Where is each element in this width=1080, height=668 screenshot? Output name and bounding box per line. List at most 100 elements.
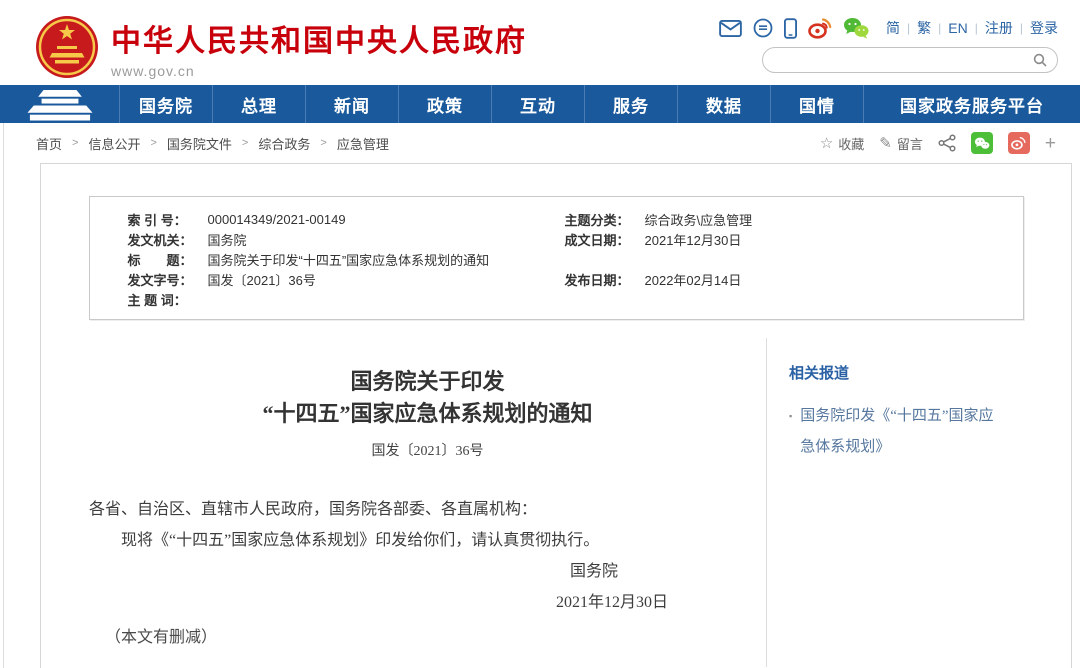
breadcrumb-bar: 首页 > 信息公开 > 国务院文件 > 综合政务 > 应急管理 ☆ 收藏 ✎ 留…: [4, 123, 1080, 163]
sidebar-list: ▪ 国务院印发《“十四五”国家应急体系规划》: [789, 401, 1051, 463]
document-note: （本文有删减）: [89, 622, 766, 653]
nav-item-gov-service-platform[interactable]: 国家政务服务平台: [864, 85, 1080, 123]
breadcrumb-general-affairs[interactable]: 综合政务: [258, 134, 310, 153]
search-icon[interactable]: [1033, 53, 1047, 67]
meta-row-subject-category: 主题分类： 综合政务\应急管理: [565, 209, 1023, 229]
meta-row-document-number: 发文字号： 国发〔2021〕36号: [128, 269, 565, 289]
document-body: 各省、自治区、直辖市人民政府，国务院各部委、各直属机构： 现将《“十四五”国家应…: [89, 494, 766, 653]
meta-row-publish-date: 发布日期： 2022年02月14日: [565, 269, 1023, 289]
signature-name: 国务院: [89, 556, 766, 587]
share-icon: [938, 134, 956, 152]
message-bubble-icon[interactable]: [753, 18, 773, 38]
breadcrumb-separator: >: [320, 137, 326, 149]
meta-label: 发文字号：: [128, 270, 200, 289]
breadcrumb-state-council-documents[interactable]: 国务院文件: [167, 134, 232, 153]
site-title: 中华人民共和国中央人民政府: [111, 16, 527, 60]
meta-row-index-number: 索 引 号： 000014349/2021-00149: [128, 209, 565, 229]
share-weibo-button[interactable]: [1008, 132, 1030, 154]
page-actions: ☆ 收藏 ✎ 留言: [820, 132, 1056, 154]
meta-value: 国务院: [208, 230, 247, 249]
sidebar-heading: 相关报道: [789, 362, 1051, 383]
nav-item-interaction[interactable]: 互动: [492, 85, 585, 123]
document-title-line1: 国务院关于印发: [89, 366, 766, 398]
meta-row-spacer: [565, 249, 1023, 269]
breadcrumb-separator: >: [242, 137, 248, 149]
lang-link-simplified[interactable]: 简: [886, 18, 900, 38]
meta-column-right: 主题分类： 综合政务\应急管理 成文日期： 2021年12月30日 发布日期： …: [565, 209, 1023, 309]
leave-message-button[interactable]: ✎ 留言: [879, 134, 923, 153]
separator: |: [907, 21, 910, 35]
nav-item-premier[interactable]: 总理: [213, 85, 306, 123]
signature-date: 2021年12月30日: [89, 587, 766, 618]
separator: |: [938, 21, 941, 35]
header-right: 简 | 繁 | EN | 注册 | 登录: [719, 0, 1058, 85]
wechat-icon[interactable]: [843, 17, 869, 39]
document-title-line2: “十四五”国家应急体系规划的通知: [89, 398, 766, 430]
language-links: 简 | 繁 | EN | 注册 | 登录: [886, 18, 1058, 38]
login-link[interactable]: 登录: [1030, 18, 1058, 38]
main-nav: 国务院 总理 新闻 政策 互动 服务 数据 国情 国家政务服务平台: [0, 85, 1080, 123]
nav-item-data[interactable]: 数据: [678, 85, 771, 123]
wechat-badge-icon: [974, 137, 990, 150]
meta-label: 标 题：: [128, 250, 200, 269]
breadcrumb-info-disclosure[interactable]: 信息公开: [88, 134, 140, 153]
separator: |: [1020, 21, 1023, 35]
related-reports-sidebar: 相关报道 ▪ 国务院印发《“十四五”国家应急体系规划》: [766, 338, 1071, 667]
lang-link-english[interactable]: EN: [948, 20, 967, 36]
search-box: [762, 47, 1058, 73]
nav-item-news[interactable]: 新闻: [306, 85, 399, 123]
lang-link-traditional[interactable]: 繁: [917, 18, 931, 38]
breadcrumb-emergency-management[interactable]: 应急管理: [337, 134, 389, 153]
nav-item-services[interactable]: 服务: [585, 85, 678, 123]
meta-value: 国发〔2021〕36号: [208, 270, 316, 289]
meta-column-left: 索 引 号： 000014349/2021-00149 发文机关： 国务院 标 …: [128, 209, 565, 309]
search-input[interactable]: [773, 53, 1033, 68]
document-article: 国务院关于印发 “十四五”国家应急体系规划的通知 国发〔2021〕36号 各省、…: [41, 338, 766, 667]
meta-label: 索 引 号：: [128, 210, 200, 229]
message-label: 留言: [897, 134, 923, 153]
site-header: 中华人民共和国中央人民政府 www.gov.cn: [0, 0, 1080, 85]
bullet-icon: ▪: [789, 401, 792, 463]
weibo-badge-icon: [1011, 136, 1026, 150]
meta-value: 000014349/2021-00149: [208, 212, 346, 227]
header-icon-row: 简 | 繁 | EN | 注册 | 登录: [719, 16, 1058, 40]
more-actions-button[interactable]: +: [1045, 134, 1056, 153]
meta-label: 主题分类：: [565, 210, 637, 229]
nav-item-policies[interactable]: 政策: [399, 85, 492, 123]
register-link[interactable]: 注册: [985, 18, 1013, 38]
pencil-icon: ✎: [879, 134, 892, 152]
nav-item-state-council[interactable]: 国务院: [120, 85, 213, 123]
mobile-icon[interactable]: [784, 18, 797, 39]
article-wrap: 国务院关于印发 “十四五”国家应急体系规划的通知 国发〔2021〕36号 各省、…: [41, 338, 1071, 667]
site-brand: 中华人民共和国中央人民政府 www.gov.cn: [35, 0, 527, 85]
meta-row-written-date: 成文日期： 2021年12月30日: [565, 229, 1023, 249]
meta-row-keywords: 主 题 词：: [128, 289, 565, 309]
related-report-text[interactable]: 国务院印发《“十四五”国家应急体系规划》: [800, 401, 1000, 463]
meta-value: 综合政务\应急管理: [645, 210, 753, 229]
meta-value: 2022年02月14日: [645, 270, 742, 289]
national-emblem-icon: [35, 15, 99, 79]
favorite-label: 收藏: [838, 134, 864, 153]
salutation-paragraph: 各省、自治区、直辖市人民政府，国务院各部委、各直属机构：: [89, 494, 766, 525]
meta-row-issuing-agency: 发文机关： 国务院: [128, 229, 565, 249]
meta-value: 国务院关于印发“十四五”国家应急体系规划的通知: [208, 250, 490, 269]
page-body: 首页 > 信息公开 > 国务院文件 > 综合政务 > 应急管理 ☆ 收藏 ✎ 留…: [3, 123, 1080, 668]
brand-text: 中华人民共和国中央人民政府 www.gov.cn: [111, 16, 527, 79]
meta-label: 发布日期：: [565, 270, 637, 289]
breadcrumb-home[interactable]: 首页: [36, 134, 62, 153]
breadcrumb-separator: >: [150, 137, 156, 149]
share-wechat-button[interactable]: [971, 132, 993, 154]
share-button[interactable]: [938, 134, 956, 152]
weibo-icon[interactable]: [808, 17, 832, 39]
meta-value: 2021年12月30日: [645, 230, 742, 249]
star-icon: ☆: [820, 134, 833, 152]
breadcrumb-separator: >: [72, 137, 78, 149]
document-number: 国发〔2021〕36号: [89, 440, 766, 460]
email-icon[interactable]: [719, 20, 742, 37]
favorite-button[interactable]: ☆ 收藏: [820, 134, 864, 153]
home-tiananmen-icon[interactable]: [0, 85, 120, 123]
related-report-link[interactable]: ▪ 国务院印发《“十四五”国家应急体系规划》: [789, 401, 1051, 463]
separator: |: [975, 21, 978, 35]
meta-row-title: 标 题： 国务院关于印发“十四五”国家应急体系规划的通知: [128, 249, 565, 269]
nav-item-national-conditions[interactable]: 国情: [771, 85, 864, 123]
